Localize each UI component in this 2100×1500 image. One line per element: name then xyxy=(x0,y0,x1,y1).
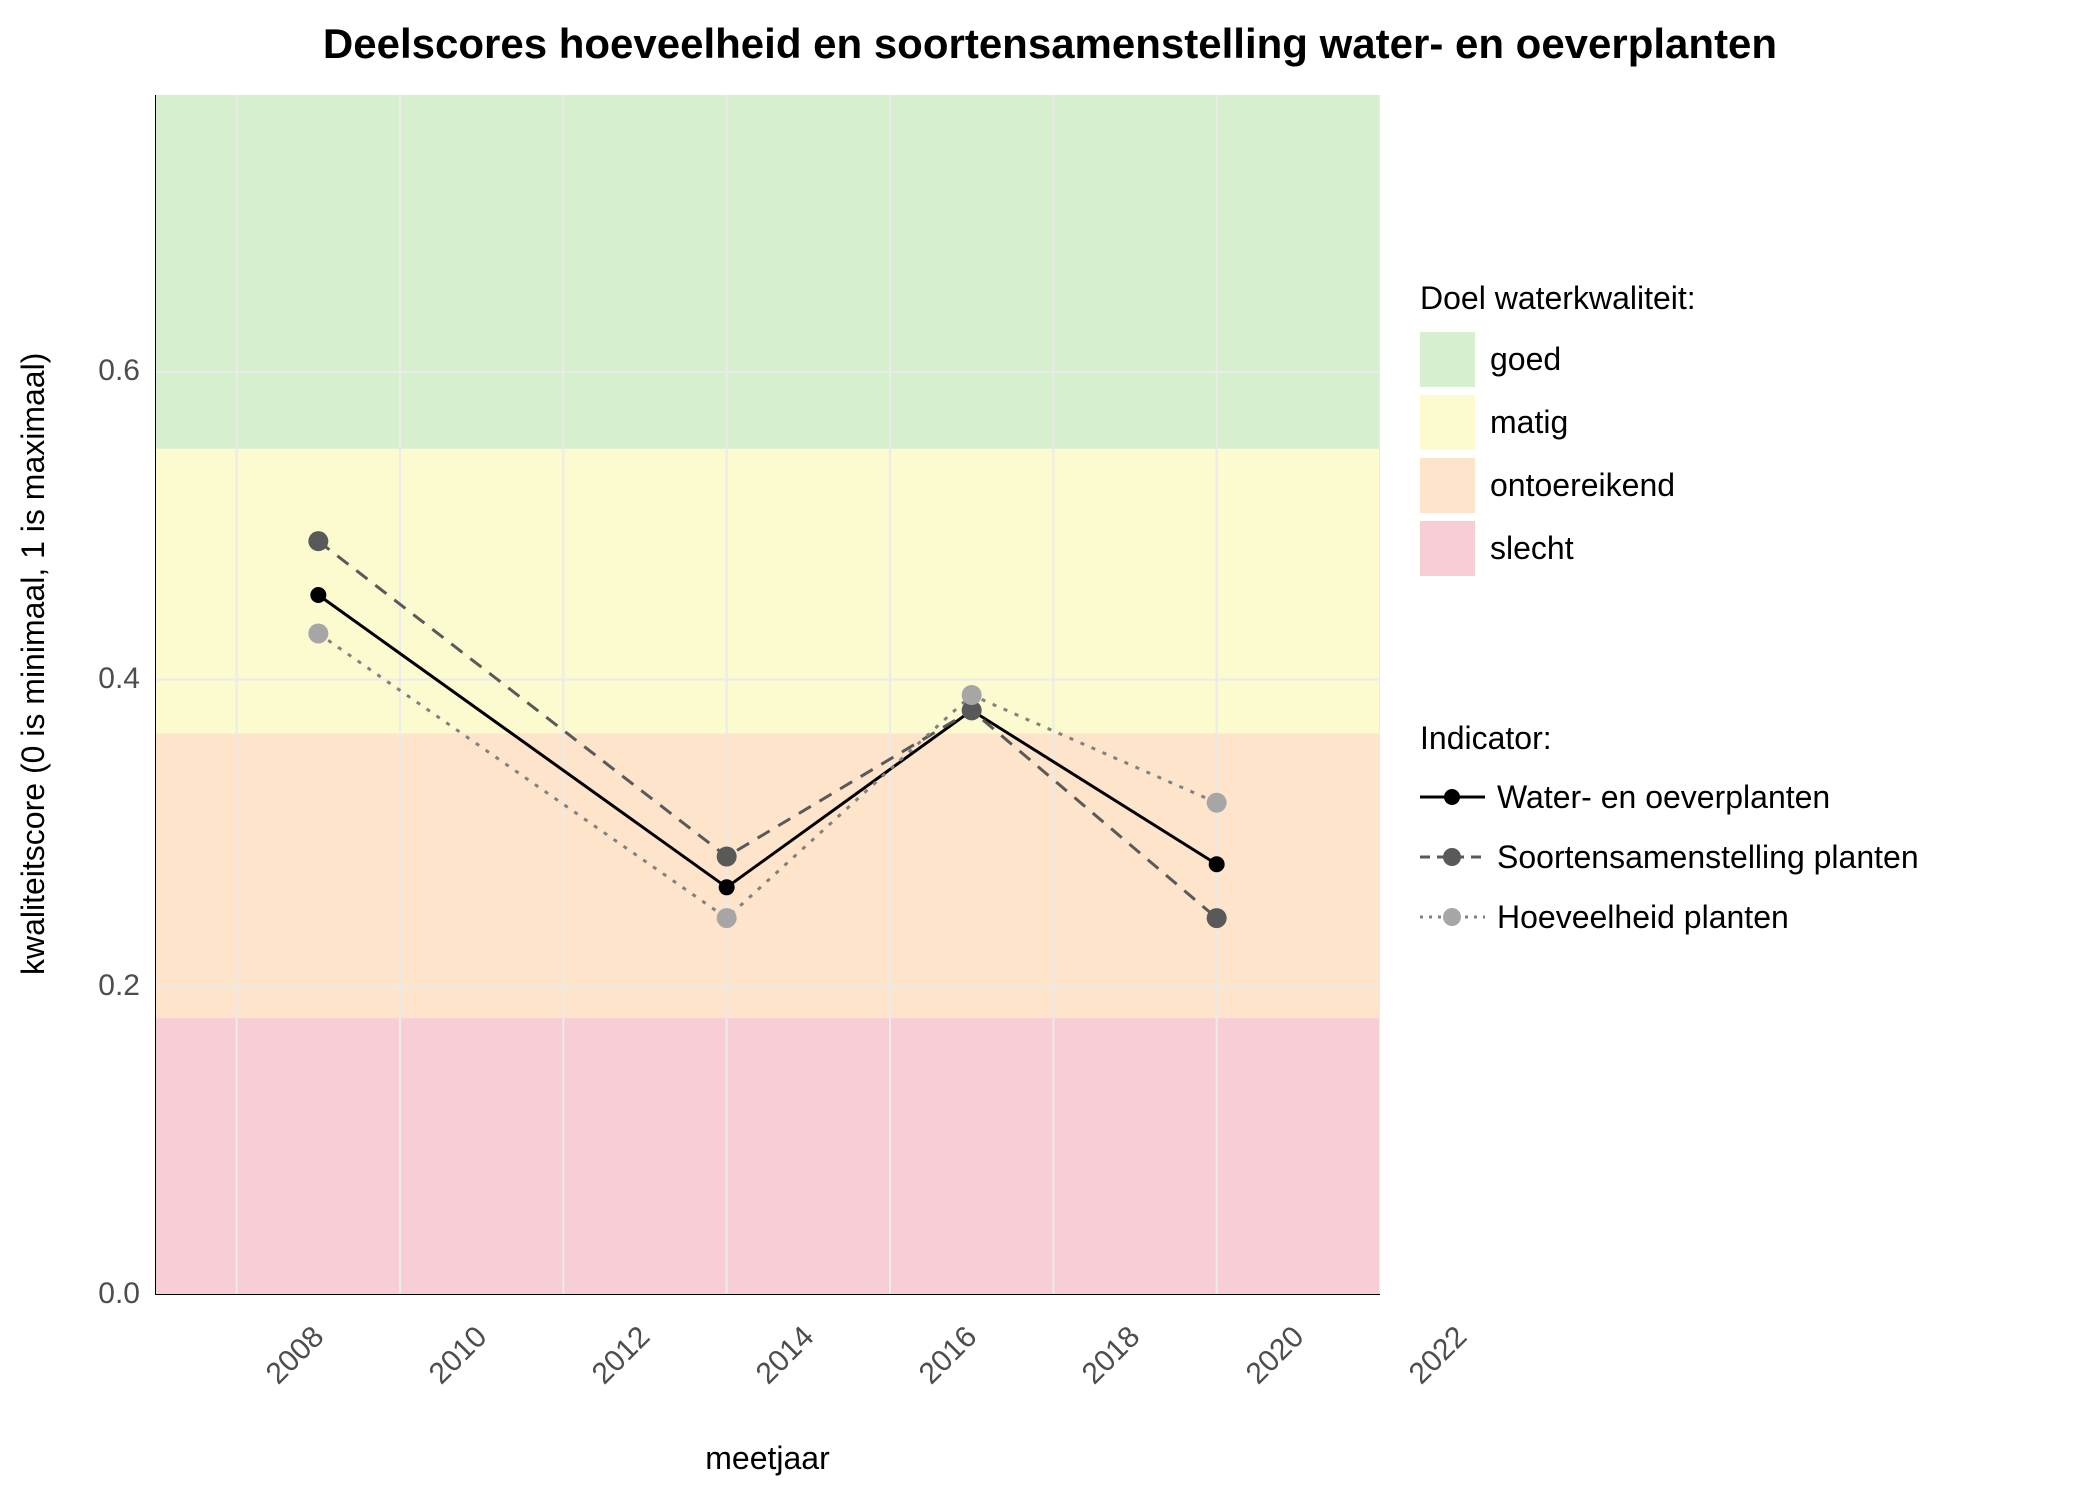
legend-quality: Doel waterkwaliteit: goed matig ontoerei… xyxy=(1420,280,1696,584)
legend-item-slecht: slecht xyxy=(1420,521,1696,576)
swatch-matig xyxy=(1420,395,1475,450)
legend-line-solid xyxy=(1420,782,1485,812)
x-tick: 2008 xyxy=(250,1320,331,1401)
legend-item-matig: matig xyxy=(1420,395,1696,450)
x-axis-label: meetjaar xyxy=(155,1440,1380,1477)
y-tick: 0.6 xyxy=(98,354,140,388)
y-tick: 0.0 xyxy=(98,1277,140,1311)
legend-item-goed: goed xyxy=(1420,332,1696,387)
x-tick: 2022 xyxy=(1393,1320,1474,1401)
legend-indicator-title: Indicator: xyxy=(1420,720,1919,757)
legend-indicator: Indicator: Water- en oeverplanten Soorte… xyxy=(1420,720,1919,952)
legend-quality-title: Doel waterkwaliteit: xyxy=(1420,280,1696,317)
y-axis-label: kwaliteitscore (0 is minimaal, 1 is maxi… xyxy=(15,353,52,975)
x-tick: 2018 xyxy=(1067,1320,1148,1401)
x-tick: 2014 xyxy=(740,1320,821,1401)
swatch-ontoereikend xyxy=(1420,458,1475,513)
x-tick: 2020 xyxy=(1230,1320,1311,1401)
x-tick: 2016 xyxy=(903,1320,984,1401)
legend-item-soorten: Soortensamenstelling planten xyxy=(1420,832,1919,882)
y-tick: 0.2 xyxy=(98,969,140,1003)
legend-item-water-oever: Water- en oeverplanten xyxy=(1420,772,1919,822)
legend-line-dotted xyxy=(1420,902,1485,932)
chart-title: Deelscores hoeveelheid en soortensamenst… xyxy=(0,20,2100,68)
legend-item-ontoereikend: ontoereikend xyxy=(1420,458,1696,513)
x-tick: 2012 xyxy=(577,1320,658,1401)
y-tick: 0.4 xyxy=(98,662,140,696)
x-tick: 2010 xyxy=(413,1320,494,1401)
plot-svg xyxy=(155,95,1380,1295)
legend-line-dashed xyxy=(1420,842,1485,872)
swatch-slecht xyxy=(1420,521,1475,576)
chart-container: Deelscores hoeveelheid en soortensamenst… xyxy=(0,0,2100,1500)
swatch-goed xyxy=(1420,332,1475,387)
legend-item-hoeveelheid: Hoeveelheid planten xyxy=(1420,892,1919,942)
